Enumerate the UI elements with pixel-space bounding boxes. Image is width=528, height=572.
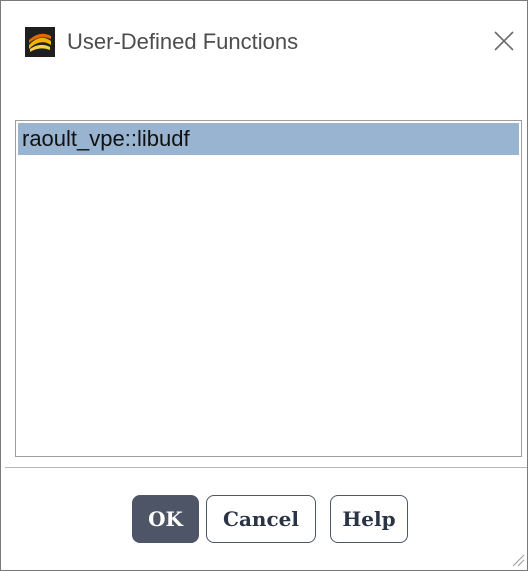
close-icon[interactable]: [492, 29, 516, 53]
udf-library-list[interactable]: raoult_vpe::libudf: [15, 120, 522, 457]
cancel-button[interactable]: Cancel: [206, 495, 316, 543]
window-title: User-Defined Functions: [67, 29, 299, 54]
list-item[interactable]: raoult_vpe::libudf: [18, 123, 519, 155]
resize-grip-icon[interactable]: [511, 553, 525, 567]
title-bar[interactable]: User-Defined Functions: [1, 1, 527, 79]
ok-button[interactable]: OK: [132, 495, 199, 543]
divider: [5, 467, 527, 468]
ansys-fluent-icon: [25, 27, 55, 57]
help-button[interactable]: Help: [330, 495, 408, 543]
udf-dialog: User-Defined Functions raoult_vpe::libud…: [0, 0, 528, 571]
